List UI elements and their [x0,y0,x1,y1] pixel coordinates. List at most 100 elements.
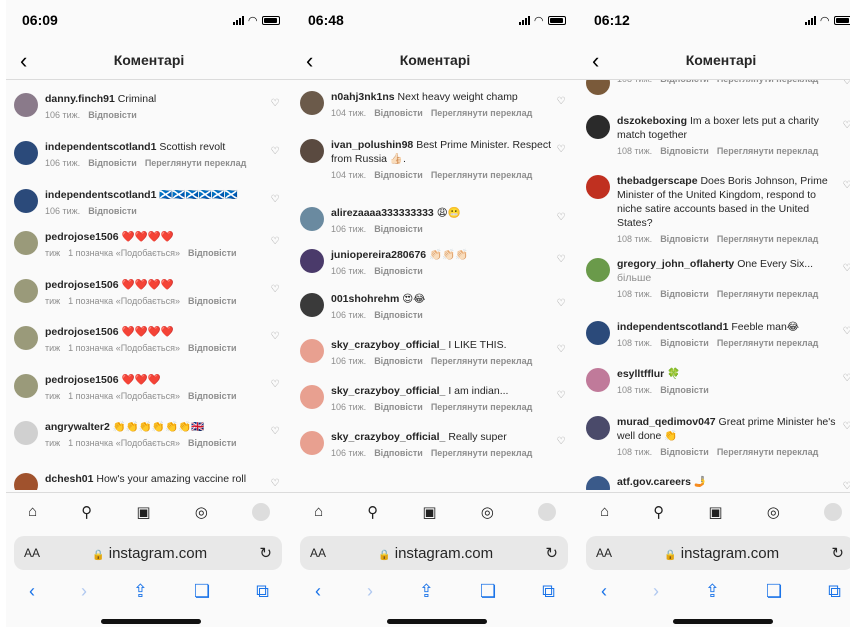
comment-list[interactable]: n0ahj3nk1ns Next heavy weight champ 104 т… [292,80,578,490]
back-nav-icon[interactable]: ‹ [315,581,321,602]
bookmarks-icon[interactable]: ❏ [766,581,782,602]
more-link[interactable]: більше [617,272,651,284]
back-icon[interactable]: ‹ [306,48,313,74]
url-display[interactable]: 🔒 instagram.com [664,545,779,562]
heart-icon[interactable]: ♡ [554,96,568,120]
reload-icon[interactable]: ↻ [831,544,844,562]
heart-icon[interactable]: ♡ [554,390,568,414]
translate-button[interactable]: Переглянути переклад [717,80,818,84]
likes-count[interactable]: 1 позначка «Подобається» [68,391,180,401]
reply-button[interactable]: Відповісти [660,447,709,457]
user-avatar[interactable] [586,258,610,282]
user-avatar[interactable] [14,231,38,255]
comment-username[interactable]: pedrojose1506 [45,231,119,243]
user-avatar[interactable] [14,326,38,350]
bookmarks-icon[interactable]: ❏ [194,581,210,602]
reply-button[interactable]: Відповісти [88,110,137,120]
reply-button[interactable]: Відповісти [660,289,709,299]
heart-icon[interactable]: ♡ [268,379,282,403]
user-avatar[interactable] [300,207,324,231]
heart-icon[interactable]: ♡ [840,421,850,459]
back-nav-icon[interactable]: ‹ [601,581,607,602]
heart-icon[interactable]: ♡ [554,144,568,182]
comment-username[interactable]: thebadgerscape [617,175,698,187]
reply-button[interactable]: Відповісти [374,170,423,180]
address-bar[interactable]: AA 🔒 instagram.com ↻ [300,536,568,570]
heart-icon[interactable]: ♡ [268,331,282,355]
heart-icon[interactable]: ♡ [840,326,850,350]
home-icon[interactable]: ⌂ [600,503,609,520]
reply-button[interactable]: Відповісти [88,158,137,168]
comment-username[interactable]: pedrojose1506 [45,326,119,338]
comment-username[interactable]: danny.finch91 [45,93,115,105]
reply-button[interactable]: Відповісти [660,146,709,156]
user-avatar[interactable] [300,385,324,409]
user-avatar[interactable] [300,249,324,273]
heart-icon[interactable]: ♡ [554,436,568,460]
user-avatar[interactable] [300,339,324,363]
translate-button[interactable]: Переглянути переклад [717,289,818,299]
tabs-icon[interactable]: ⧉ [828,581,841,602]
likes-count[interactable]: 1 позначка «Подобається» [68,248,180,258]
comment-username[interactable]: esylltfflur [617,368,664,380]
heart-icon[interactable]: ♡ [554,298,568,322]
heart-icon[interactable]: ♡ [840,481,850,490]
translate-button[interactable]: Переглянути переклад [717,338,818,348]
reply-button[interactable]: Відповісти [188,343,237,353]
heart-icon[interactable]: ♡ [268,236,282,260]
text-size-button[interactable]: AA [596,546,612,560]
heart-icon[interactable]: ♡ [840,120,850,158]
reply-button[interactable]: Відповісти [188,391,237,401]
user-avatar[interactable] [14,279,38,303]
heart-icon[interactable]: ♡ [268,98,282,122]
comment-username[interactable]: n0ahj3nk1ns [331,91,395,103]
reply-button[interactable]: Відповісти [660,80,709,84]
comment-username[interactable]: 001shohrehm [331,293,399,305]
profile-avatar[interactable] [823,502,842,521]
search-icon[interactable]: ⚲ [653,503,664,521]
user-avatar[interactable] [586,368,610,392]
likes-count[interactable]: 1 позначка «Подобається» [68,343,180,353]
user-avatar[interactable] [586,80,610,95]
comment-username[interactable]: ivan_polushin98 [331,139,413,151]
likes-count[interactable]: 1 позначка «Подобається» [68,438,180,448]
comment-username[interactable]: sky_crazyboy_official_ [331,339,445,351]
heart-icon[interactable]: ♡ [268,284,282,308]
comment-username[interactable]: angrywalter2 [45,421,110,433]
user-avatar[interactable] [300,91,324,115]
heart-icon[interactable]: ♡ [268,426,282,450]
user-avatar[interactable] [14,421,38,445]
profile-avatar[interactable] [537,502,556,521]
comment-username[interactable]: alirezaaaa333333333 [331,207,434,219]
heart-icon[interactable]: ♡ [268,478,282,490]
comment-list[interactable]: danny.finch91 Criminal 106 тиж. Відповісти… [6,80,292,490]
user-avatar[interactable] [14,141,38,165]
back-icon[interactable]: ‹ [20,48,27,74]
likes-count[interactable]: 1 позначка «Подобається» [68,296,180,306]
reply-button[interactable]: Відповісти [374,356,423,366]
reply-button[interactable]: Відповісти [374,266,423,276]
forward-nav-icon[interactable]: › [367,581,373,602]
reply-button[interactable]: Відповісти [374,402,423,412]
reply-button[interactable]: Відповісти [188,296,237,306]
search-icon[interactable]: ⚲ [81,503,92,521]
reels-icon[interactable]: ▣ [708,503,722,521]
url-display[interactable]: 🔒 instagram.com [92,545,207,562]
forward-nav-icon[interactable]: › [653,581,659,602]
profile-avatar[interactable] [251,502,270,521]
messenger-icon[interactable]: ◎ [767,503,780,521]
comment-username[interactable]: gregory_john_oflaherty [617,258,734,270]
heart-icon[interactable]: ♡ [554,254,568,278]
reply-button[interactable]: Відповісти [374,310,423,320]
user-avatar[interactable] [14,473,38,490]
back-nav-icon[interactable]: ‹ [29,581,35,602]
heart-icon[interactable]: ♡ [268,146,282,170]
heart-icon[interactable]: ♡ [840,263,850,301]
reply-button[interactable]: Відповісти [660,385,709,395]
heart-icon[interactable]: ♡ [554,344,568,368]
home-icon[interactable]: ⌂ [28,503,37,520]
translate-button[interactable]: Переглянути переклад [431,108,532,118]
translate-button[interactable]: Переглянути переклад [431,356,532,366]
reply-button[interactable]: Відповісти [660,234,709,244]
user-avatar[interactable] [14,374,38,398]
